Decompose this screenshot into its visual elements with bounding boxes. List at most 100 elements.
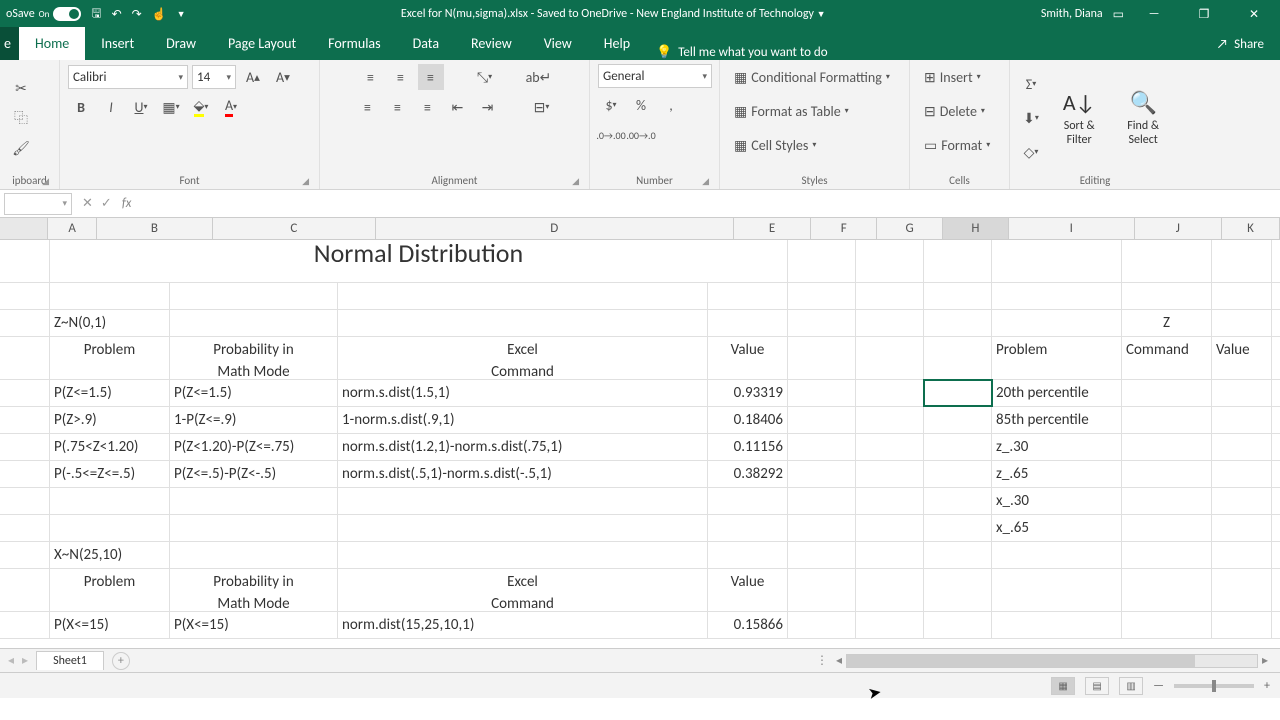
col-header-B[interactable]: B bbox=[97, 218, 213, 239]
cell[interactable]: P(-.5<=Z<=.5) bbox=[50, 461, 170, 487]
cell[interactable] bbox=[0, 337, 50, 379]
cell[interactable] bbox=[0, 380, 50, 406]
cell[interactable]: P(Z<=1.5) bbox=[50, 380, 170, 406]
share-button[interactable]: ↗ Share bbox=[1201, 29, 1280, 60]
close-button[interactable]: ✕ bbox=[1234, 7, 1274, 22]
cell[interactable]: P(.75<Z<1.20) bbox=[50, 434, 170, 460]
cell[interactable] bbox=[856, 240, 924, 282]
decrease-indent-icon[interactable]: ⇤ bbox=[445, 94, 471, 120]
cell[interactable] bbox=[1122, 488, 1212, 514]
cell[interactable] bbox=[50, 515, 170, 541]
cell[interactable]: Problem bbox=[50, 569, 170, 611]
format-painter-icon[interactable]: 🖌 bbox=[8, 135, 34, 161]
cell[interactable]: 85th percentile bbox=[992, 407, 1122, 433]
cell[interactable] bbox=[856, 461, 924, 487]
cell[interactable]: Problem bbox=[992, 337, 1122, 379]
cell[interactable] bbox=[1212, 488, 1272, 514]
cell[interactable] bbox=[992, 542, 1122, 568]
cell[interactable] bbox=[788, 569, 856, 611]
cell[interactable] bbox=[788, 515, 856, 541]
percent-icon[interactable]: % bbox=[628, 92, 654, 118]
cell[interactable] bbox=[788, 461, 856, 487]
tab-page-layout[interactable]: Page Layout bbox=[212, 27, 312, 60]
cell[interactable]: norm.s.dist(1.2,1)-norm.s.dist(.75,1) bbox=[338, 434, 708, 460]
name-box[interactable]: ▾ bbox=[4, 193, 72, 215]
format-as-table-button[interactable]: ▦Format as Table ▾ bbox=[728, 98, 855, 124]
save-icon[interactable]: 🖫 bbox=[91, 4, 101, 25]
underline-button[interactable]: U▾ bbox=[128, 94, 154, 120]
horizontal-scrollbar[interactable]: ⋮ ◂ ▸ bbox=[812, 653, 1272, 668]
cell[interactable] bbox=[1212, 310, 1272, 336]
cell[interactable] bbox=[0, 461, 50, 487]
tab-review[interactable]: Review bbox=[455, 27, 528, 60]
cell[interactable]: ExcelCommand bbox=[338, 569, 708, 611]
page-break-view-icon[interactable]: ▥ bbox=[1119, 677, 1143, 695]
cell[interactable] bbox=[170, 515, 338, 541]
cell[interactable] bbox=[708, 515, 788, 541]
tab-file[interactable]: e bbox=[0, 27, 19, 60]
increase-decimal-icon[interactable]: .0→.00 bbox=[598, 122, 624, 148]
cell[interactable] bbox=[170, 283, 338, 309]
cell[interactable] bbox=[0, 407, 50, 433]
cell[interactable] bbox=[992, 240, 1122, 282]
cell[interactable] bbox=[170, 310, 338, 336]
cell[interactable] bbox=[1122, 240, 1212, 282]
cell[interactable] bbox=[924, 569, 992, 611]
col-header-G[interactable]: G bbox=[877, 218, 943, 239]
wrap-text-icon[interactable]: ab↵ bbox=[526, 64, 552, 90]
cell[interactable] bbox=[924, 515, 992, 541]
cell[interactable] bbox=[1212, 461, 1272, 487]
cell[interactable] bbox=[0, 515, 50, 541]
cell[interactable] bbox=[856, 337, 924, 379]
increase-indent-icon[interactable]: ⇥ bbox=[475, 94, 501, 120]
tab-help[interactable]: Help bbox=[588, 27, 646, 60]
cell[interactable] bbox=[708, 542, 788, 568]
cell[interactable] bbox=[992, 283, 1122, 309]
cell[interactable] bbox=[788, 434, 856, 460]
cell[interactable] bbox=[708, 488, 788, 514]
cell[interactable]: P(X<=15) bbox=[50, 612, 170, 638]
col-header-C[interactable]: C bbox=[213, 218, 376, 239]
cell[interactable]: X~N(25,10) bbox=[50, 542, 170, 568]
format-cells-button[interactable]: ▭Format ▾ bbox=[918, 132, 996, 158]
cell[interactable]: ExcelCommand bbox=[338, 337, 708, 379]
cell[interactable] bbox=[170, 542, 338, 568]
maximize-button[interactable]: ❐ bbox=[1184, 7, 1224, 22]
cell[interactable]: P(Z<=.5)-P(Z<-.5) bbox=[170, 461, 338, 487]
cell[interactable] bbox=[788, 488, 856, 514]
cell[interactable] bbox=[924, 542, 992, 568]
redo-icon[interactable]: ↷ bbox=[132, 7, 142, 22]
grow-font-icon[interactable]: A▴ bbox=[240, 64, 266, 90]
cell[interactable] bbox=[856, 488, 924, 514]
cell[interactable] bbox=[0, 612, 50, 638]
cell[interactable] bbox=[856, 542, 924, 568]
orientation-icon[interactable]: ⤡▾ bbox=[472, 64, 498, 90]
tab-draw[interactable]: Draw bbox=[150, 27, 212, 60]
cell[interactable]: P(X<=15) bbox=[170, 612, 338, 638]
delete-cells-button[interactable]: ⊟Delete ▾ bbox=[918, 98, 991, 124]
cell[interactable] bbox=[924, 337, 992, 379]
cell[interactable] bbox=[1212, 434, 1272, 460]
cell[interactable] bbox=[924, 240, 992, 282]
cell[interactable]: Z bbox=[1122, 310, 1212, 336]
cell[interactable] bbox=[788, 612, 856, 638]
cell[interactable] bbox=[338, 542, 708, 568]
cell[interactable] bbox=[338, 488, 708, 514]
align-top-icon[interactable]: ≡ bbox=[358, 64, 384, 90]
cell[interactable] bbox=[992, 569, 1122, 611]
cell[interactable] bbox=[856, 407, 924, 433]
tab-data[interactable]: Data bbox=[397, 27, 455, 60]
cell[interactable] bbox=[856, 283, 924, 309]
comma-icon[interactable]: , bbox=[658, 92, 684, 118]
user-name[interactable]: Smith, Diana bbox=[1041, 7, 1103, 21]
cell[interactable]: Value bbox=[1212, 337, 1272, 379]
cell[interactable]: 0.15866 bbox=[708, 612, 788, 638]
cell[interactable] bbox=[1122, 515, 1212, 541]
cell[interactable] bbox=[924, 310, 992, 336]
cell[interactable] bbox=[170, 488, 338, 514]
cell[interactable] bbox=[1212, 612, 1272, 638]
copy-icon[interactable]: ⿻ bbox=[8, 105, 34, 131]
bold-button[interactable]: B bbox=[68, 94, 94, 120]
font-color-icon[interactable]: A▾ bbox=[218, 94, 244, 120]
add-sheet-button[interactable]: + bbox=[112, 652, 130, 670]
